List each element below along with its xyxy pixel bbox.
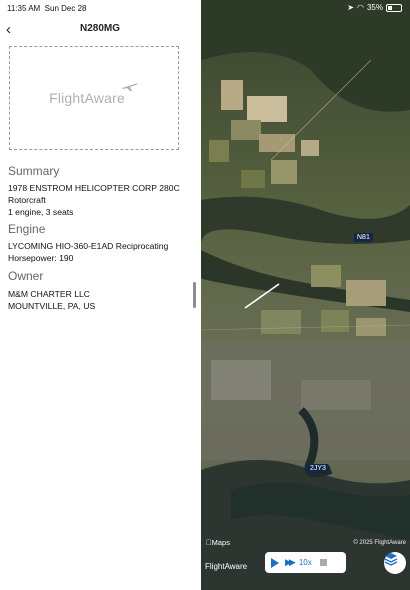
satellite-imagery: [201, 0, 410, 590]
battery-icon: [386, 3, 402, 12]
status-time-text: 11:35 AM: [7, 4, 41, 13]
play-icon[interactable]: [271, 557, 279, 568]
location-icon: ➤: [347, 3, 354, 12]
aircraft-photo-placeholder: FlightAware: [9, 46, 179, 150]
summary-heading: Summary: [8, 164, 60, 178]
battery-percent: 35%: [366, 3, 383, 12]
engine-section: Engine LYCOMING HIO-360-E1AD Reciprocati…: [8, 222, 193, 264]
satellite-map[interactable]: N81 2JY3 Maps © 2025 FlightAware Flight…: [201, 0, 410, 590]
engine-line: LYCOMING HIO-360-E1AD Reciprocating: [8, 241, 169, 251]
wifi-icon: ◠: [357, 3, 364, 12]
playback-speed[interactable]: 10x: [299, 558, 312, 567]
summary-line: 1 engine, 3 seats: [8, 207, 74, 217]
status-date: Sun Dec 28: [44, 4, 87, 13]
maps-label: Maps: [206, 538, 230, 547]
owner-section: Owner M&M CHARTER LLC MOUNTVILLE, PA, US: [8, 269, 193, 312]
flightaware-logo: FlightAware: [49, 83, 139, 106]
fast-forward-icon[interactable]: ▶▶: [285, 557, 296, 568]
nav-bar: ‹ N280MG: [0, 20, 200, 38]
owner-line: MOUNTVILLE, PA, US: [8, 301, 96, 311]
map-copyright: © 2025 FlightAware: [353, 540, 406, 546]
page-title: N280MG: [79, 23, 120, 34]
airport-badge-n81[interactable]: N81: [354, 233, 373, 242]
engine-heading: Engine: [8, 222, 46, 236]
status-right: ➤ ◠ 35%: [347, 3, 402, 12]
scroll-indicator[interactable]: [193, 282, 196, 308]
summary-line: 1978 ENSTROM HELICOPTER CORP 280C: [8, 183, 180, 193]
aircraft-detail-panel: ‹ N280MG FlightAware Summary 1978 ENSTRO…: [0, 0, 200, 590]
owner-heading: Owner: [8, 269, 44, 283]
owner-line: M&M CHARTER LLC: [8, 289, 90, 299]
logo-text: FlightAware: [49, 90, 125, 106]
flightaware-map-logo: FlightAware: [205, 562, 248, 571]
summary-line: Rotorcraft: [8, 195, 46, 205]
stop-icon[interactable]: [319, 559, 327, 566]
summary-section: Summary 1978 ENSTROM HELICOPTER CORP 280…: [8, 164, 193, 218]
battery-fill: [388, 5, 393, 10]
layers-button[interactable]: [384, 552, 406, 574]
apple-maps-logo: Maps: [206, 538, 230, 547]
plane-icon: [121, 83, 138, 91]
layers-icon: [384, 553, 398, 566]
engine-line: Horsepower: 190: [8, 253, 74, 263]
status-time: 11:35 AM Sun Dec 28: [7, 4, 86, 13]
status-bar: 11:35 AM Sun Dec 28 ➤ ◠ 35%: [0, 0, 410, 16]
playback-controls: ▶▶ 10x: [265, 552, 346, 573]
airport-badge-2jy3[interactable]: 2JY3: [307, 464, 329, 473]
